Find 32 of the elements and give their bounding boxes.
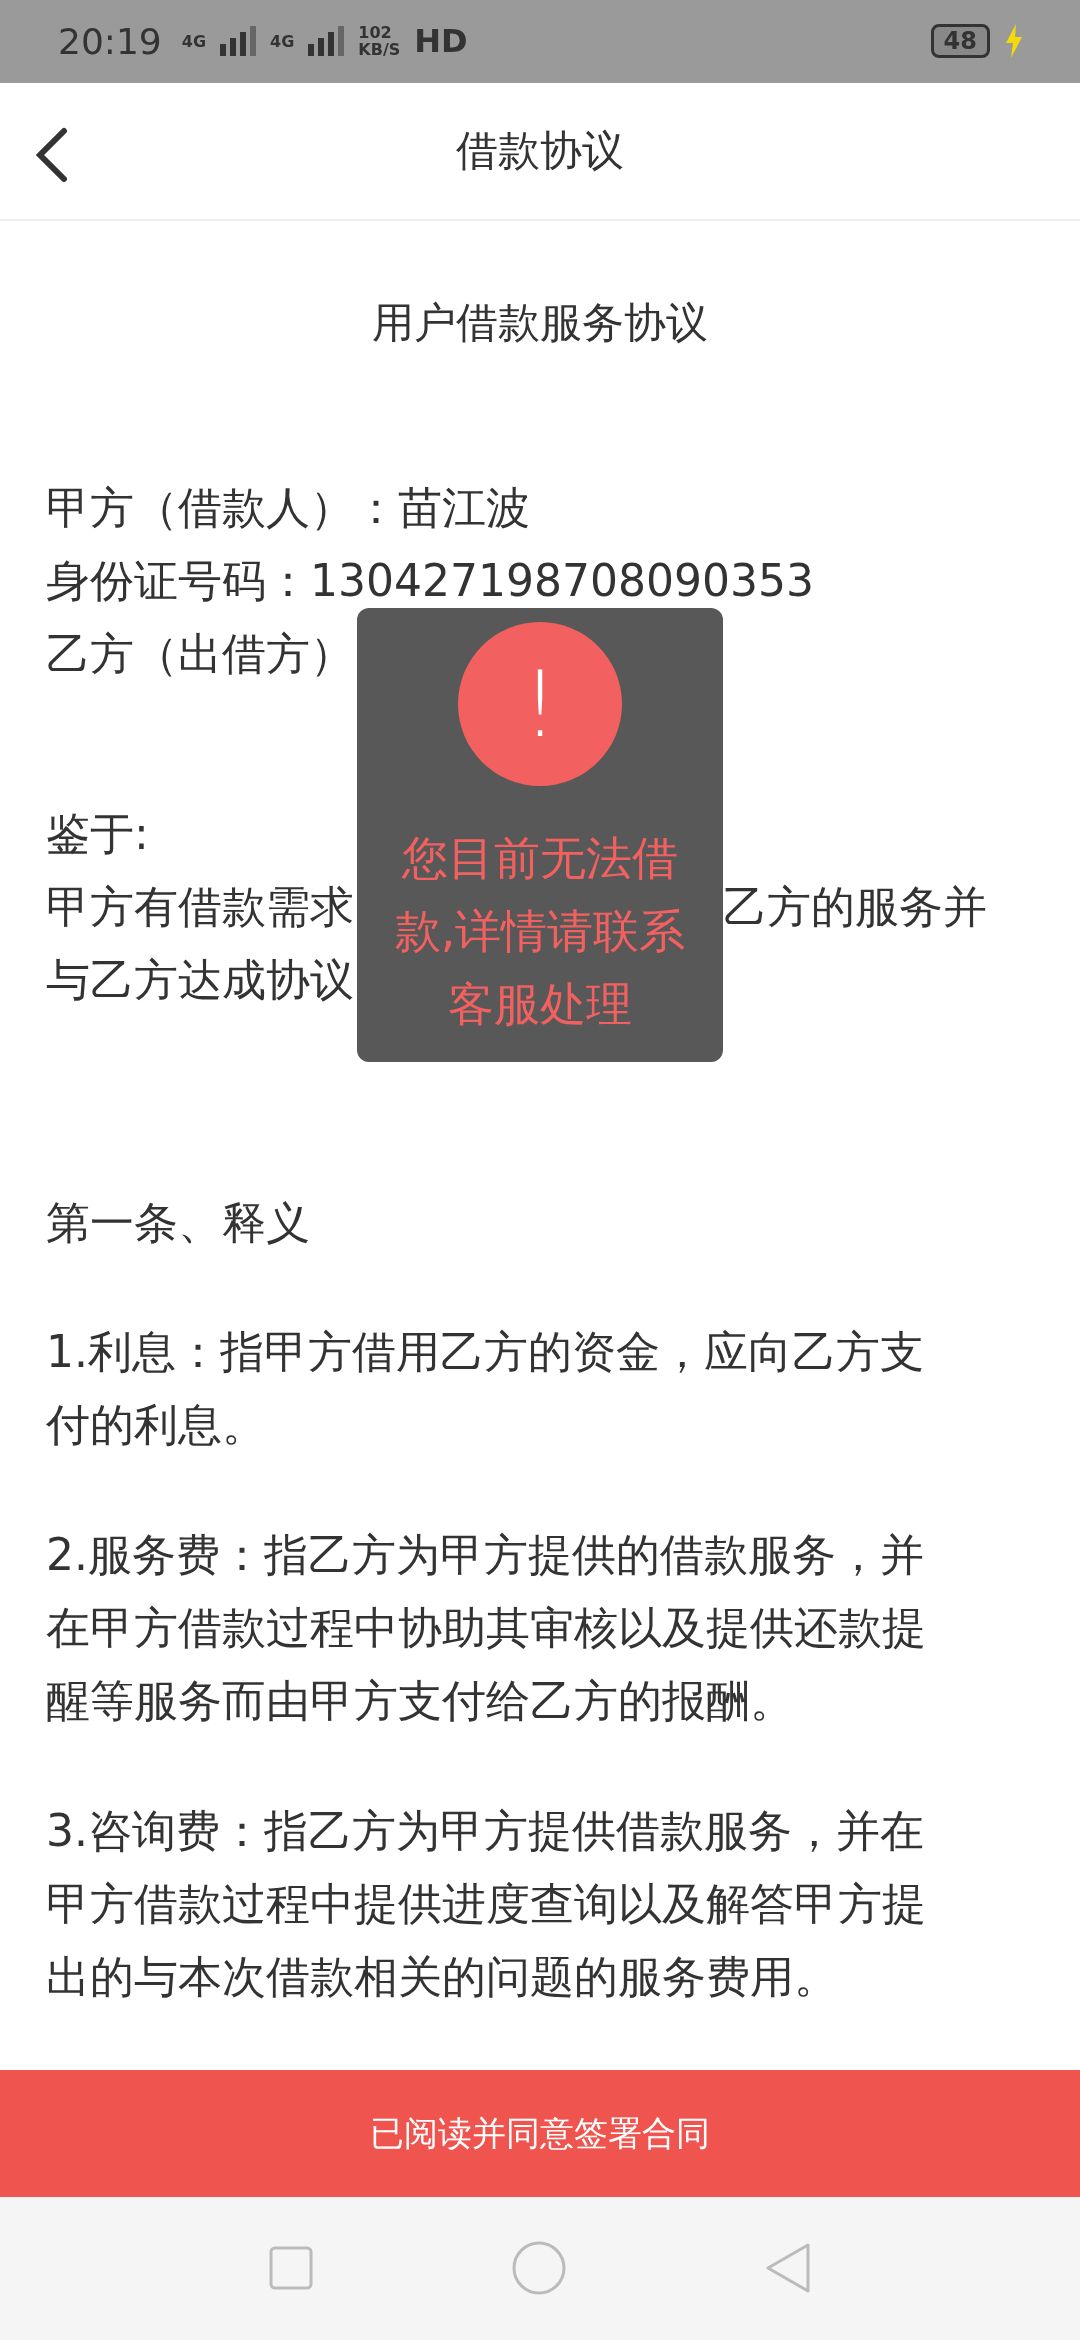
network-label: 4G [270,32,295,51]
article-heading: 第一条、释义 [46,1196,310,1251]
document-text: 1.利息：指甲方借用乙方的资金，应向乙方支 [46,1325,924,1380]
status-time: 20:19 [58,21,162,62]
toast-message: 您目前无法借款,详情请联系客服处理 [393,830,687,1033]
network-speed: 102 KB/S [358,24,401,59]
signal-icon [220,26,256,57]
document-text: 甲方（借款人）：苗江波 [46,481,530,536]
home-icon[interactable] [511,2240,567,2297]
document-text: 乙方的服务并 [723,880,987,935]
page-title: 借款协议 [456,125,624,178]
document-text: 乙方（出借方） [46,627,354,682]
document-text: 出的与本次借款相关的问题的服务费用。 [46,1950,838,2005]
warning-icon: ! [458,622,622,786]
document-text: 鉴于: [46,807,149,862]
document-text: 身份证号码：130427198708090353 [46,554,814,609]
document-title: 用户借款服务协议 [372,297,708,350]
document-text: 甲方借款过程中提供进度查询以及解答甲方提 [46,1877,926,1932]
document-text: 醒等服务而由甲方支付给乙方的报酬。 [46,1674,794,1729]
network-label: 4G [181,32,206,51]
agree-button[interactable]: 已阅读并同意签署合同 [0,2070,1080,2197]
document-text: 付的利息。 [46,1398,266,1453]
document-text: 3.咨询费：指乙方为甲方提供借款服务，并在 [46,1804,924,1859]
document-text: 2.服务费：指乙方为甲方提供的借款服务，并 [46,1528,924,1583]
document-text: 在甲方借款过程中协助其审核以及提供还款提 [46,1601,926,1656]
document-text: 与乙方达成协议 [46,953,354,1008]
recent-apps-icon[interactable] [268,2245,315,2292]
signal-icon [308,26,345,57]
hd-label: HD [414,22,468,61]
battery-level: 48 [930,24,990,59]
back-icon[interactable] [34,127,70,183]
document-text: 甲方有借款需求 [46,880,355,935]
